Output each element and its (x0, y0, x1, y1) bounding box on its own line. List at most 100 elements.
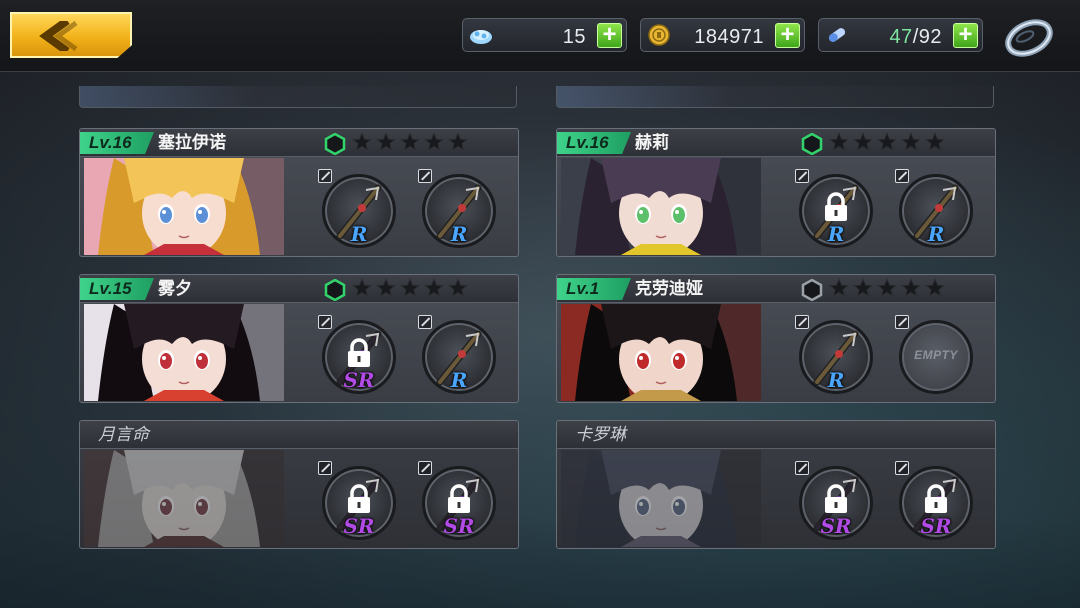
star-icon (853, 278, 873, 298)
slot-corner-icon (418, 461, 432, 475)
star-icon (352, 278, 372, 298)
weapon-slot[interactable]: R (418, 169, 498, 250)
rank-hexagon-icon (324, 133, 346, 155)
weapon-slot[interactable]: R (895, 169, 975, 250)
lock-icon (348, 338, 370, 367)
stamina-current: 47 (889, 26, 913, 48)
character-portrait (561, 304, 761, 401)
ring-icon[interactable] (1002, 16, 1056, 58)
portrait-frame (84, 304, 284, 401)
star-icon (448, 278, 468, 298)
weapon-slot[interactable]: R (418, 315, 498, 396)
weapon-slot[interactable]: SR (418, 461, 498, 542)
slot-corner-icon (318, 315, 332, 329)
star-rating (352, 278, 468, 298)
rarity-label: SR (443, 514, 475, 538)
character-portrait (84, 450, 284, 547)
rank-hexagon-icon (324, 279, 346, 301)
slot-corner-icon (795, 461, 809, 475)
weapon-slot[interactable]: SR (795, 461, 875, 542)
character-card[interactable]: Lv.1 克劳迪娅 R EMPTY (556, 274, 996, 403)
rank-hexagon-icon (801, 279, 823, 301)
crystal-value: 15 (562, 26, 586, 48)
character-card[interactable]: Lv.16 塞拉伊诺 R R (79, 128, 519, 257)
weapon-slot[interactable]: SR (318, 315, 398, 396)
star-icon (376, 278, 396, 298)
portrait-frame (84, 450, 284, 547)
lock-icon (825, 484, 847, 513)
character-card[interactable]: Lv.15 雾夕 SR R (79, 274, 519, 403)
slot-corner-icon (318, 461, 332, 475)
character-name: 月言命 (98, 425, 149, 444)
card-header: 月言命 (80, 421, 518, 449)
star-icon (901, 278, 921, 298)
rarity-label: SR (343, 368, 375, 392)
character-portrait (561, 158, 761, 255)
character-portrait (84, 304, 284, 401)
lock-icon (825, 192, 847, 221)
character-name: 克劳迪娅 (635, 279, 703, 298)
character-name: 塞拉伊诺 (158, 133, 226, 152)
portrait-frame (561, 304, 761, 401)
potion-icon (828, 28, 846, 42)
crystal-icon (470, 30, 492, 44)
gold-coin-icon (648, 24, 670, 46)
level-badge: Lv.15 (80, 278, 154, 300)
top-bar: 15 + 184971 + 47/92 + (0, 0, 1080, 72)
character-card[interactable]: Lv.16 赫莉 R R (556, 128, 996, 257)
star-icon (829, 278, 849, 298)
star-icon (400, 278, 420, 298)
slot-corner-icon (795, 169, 809, 183)
character-name: 赫莉 (635, 133, 669, 152)
rarity-label: R (927, 222, 945, 246)
rarity-label: SR (820, 514, 852, 538)
character-portrait (561, 450, 761, 547)
level-badge: Lv.16 (557, 132, 631, 154)
character-card[interactable]: 卡罗琳 SR SR (556, 420, 996, 549)
weapon-slot[interactable]: SR (318, 461, 398, 542)
empty-weapon-slot[interactable]: EMPTY (895, 315, 975, 396)
character-card[interactable]: 月言命 SR SR (79, 420, 519, 549)
rarity-label: R (827, 368, 845, 392)
rarity-label: R (450, 368, 468, 392)
weapon-slot[interactable]: SR (895, 461, 975, 542)
star-icon (352, 132, 372, 152)
star-icon (424, 278, 444, 298)
portrait-frame (84, 158, 284, 255)
star-icon (829, 132, 849, 152)
star-icon (448, 132, 468, 152)
weapon-slot[interactable]: R (795, 315, 875, 396)
card-header: Lv.16 塞拉伊诺 (80, 129, 518, 157)
star-icon (925, 132, 945, 152)
star-rating (829, 132, 945, 152)
rarity-label: R (827, 222, 845, 246)
weapon-slot[interactable]: R (795, 169, 875, 250)
portrait-frame (561, 158, 761, 255)
gold-value: 184971 (694, 26, 764, 48)
level-badge: Lv.16 (80, 132, 154, 154)
card-header: Lv.1 克劳迪娅 (557, 275, 995, 303)
slot-corner-icon (418, 315, 432, 329)
gold-counter: 184971 + (640, 18, 805, 52)
add-crystal-button[interactable]: + (597, 23, 622, 48)
crystal-counter: 15 + (462, 18, 627, 52)
star-icon (424, 132, 444, 152)
star-rating (352, 132, 468, 152)
lock-icon (348, 484, 370, 513)
star-icon (901, 132, 921, 152)
star-icon (376, 132, 396, 152)
scrolled-card-partial (79, 86, 517, 108)
character-name: 卡罗琳 (575, 425, 626, 444)
slot-corner-icon (418, 169, 432, 183)
rarity-label: SR (343, 514, 375, 538)
card-header: Lv.16 赫莉 (557, 129, 995, 157)
star-icon (853, 132, 873, 152)
card-header: Lv.15 雾夕 (80, 275, 518, 303)
add-stamina-button[interactable]: + (953, 23, 978, 48)
back-button[interactable] (10, 12, 132, 58)
weapon-slot[interactable]: R (318, 169, 398, 250)
character-name: 雾夕 (158, 279, 192, 298)
stamina-value: 47/92 (889, 26, 942, 49)
stamina-max: 92 (918, 26, 942, 48)
add-gold-button[interactable]: + (775, 23, 800, 48)
